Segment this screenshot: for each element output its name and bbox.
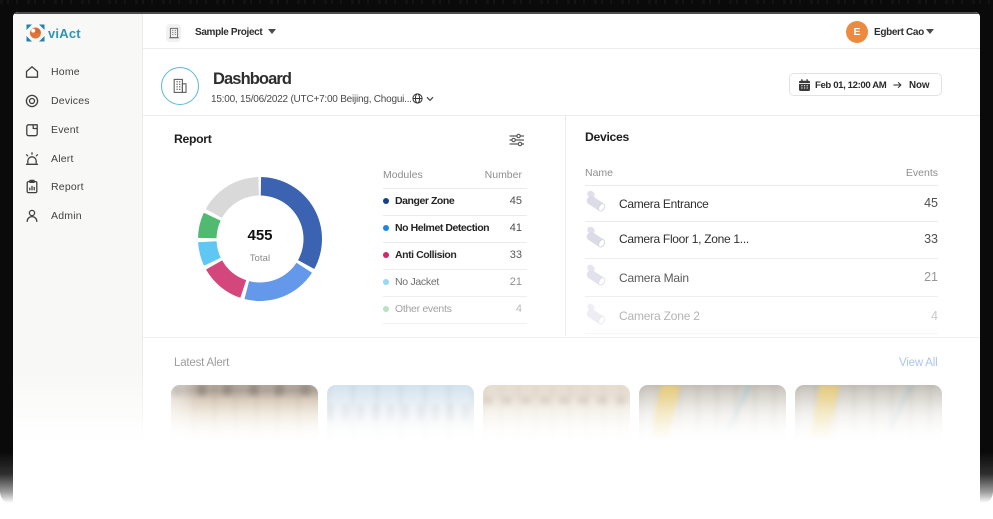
svg-text:viAct: viAct: [48, 26, 81, 41]
